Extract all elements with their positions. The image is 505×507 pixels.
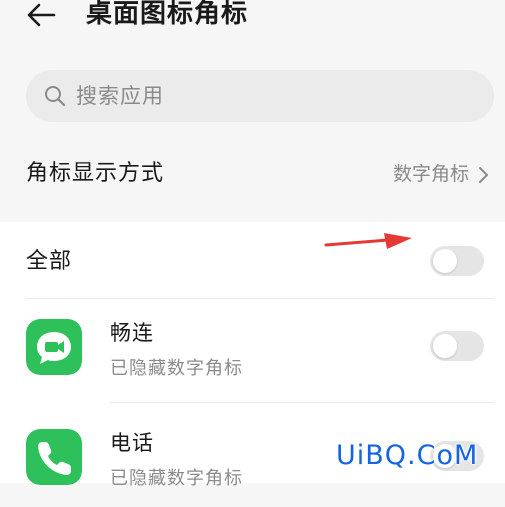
app-name: 电话 [110,431,154,455]
search-bar[interactable]: 搜索应用 [26,70,494,122]
app-status: 已隐藏数字角标 [110,358,243,379]
toggle-knob [433,249,457,273]
red-arrow-icon [324,233,412,249]
changlian-app-icon [26,319,82,375]
all-apps-toggle[interactable] [430,246,484,276]
page-title: 桌面图标角标 [86,0,249,29]
all-apps-label: 全部 [26,249,73,274]
badge-mode-value: 数字角标 [392,163,469,185]
search-input[interactable]: 搜索应用 [76,70,164,122]
search-icon [45,86,66,107]
toggle-knob [433,334,457,358]
top-area: 桌面图标角标 搜索应用 角标显示方式 数字角标 [0,0,505,212]
back-arrow-icon[interactable] [24,0,60,30]
badge-mode-row[interactable]: 角标显示方式 数字角标 [0,142,505,206]
chevron-right-icon [479,167,488,183]
badge-mode-label: 角标显示方式 [26,161,165,186]
app-name: 畅连 [110,321,154,345]
app-status: 已隐藏数字角标 [110,468,243,489]
watermark: UiBQ.CoM [336,440,479,471]
all-apps-row: 全部 [0,222,505,298]
app-row-changlian: 畅连 已隐藏数字角标 [0,299,505,403]
phone-app-icon [26,429,82,485]
app-toggle-changlian[interactable] [430,331,484,361]
